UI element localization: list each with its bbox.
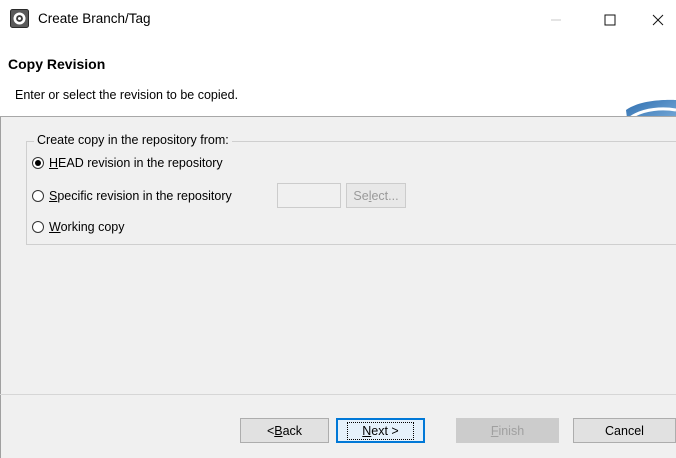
radio-head-revision[interactable]: HEAD revision in the repository [32, 156, 223, 170]
copy-source-legend: Create copy in the repository from: [34, 133, 232, 147]
radio-button-checked[interactable] [32, 157, 44, 169]
eclipse-gear-icon [10, 9, 29, 28]
close-button[interactable] [639, 0, 676, 40]
minimize-button[interactable] [533, 0, 579, 40]
finish-button[interactable]: Finish [456, 418, 559, 443]
title-bar: Create Branch/Tag [0, 0, 676, 40]
cancel-button[interactable]: Cancel [573, 418, 676, 443]
maximize-icon [604, 14, 616, 26]
footer-separator [0, 394, 676, 395]
radio-working-copy[interactable]: Working copy [32, 220, 125, 234]
page-title: Copy Revision [8, 56, 106, 72]
radio-working-label: Working copy [49, 220, 125, 234]
wizard-header: Copy Revision Enter or select the revisi… [0, 40, 676, 156]
radio-specific-revision[interactable]: Specific revision in the repository [32, 189, 232, 203]
back-button[interactable]: < Back [240, 418, 329, 443]
select-revision-button[interactable]: Se l ect... [346, 183, 406, 208]
maximize-button[interactable] [587, 0, 633, 40]
radio-head-label: HEAD revision in the repository [49, 156, 223, 170]
minimize-icon [551, 19, 561, 21]
close-icon [652, 14, 663, 26]
page-description: Enter or select the revision to be copie… [15, 88, 239, 102]
radio-button[interactable] [32, 221, 44, 233]
radio-button[interactable] [32, 190, 44, 202]
window-title: Create Branch/Tag [38, 11, 151, 26]
revision-input[interactable] [277, 183, 341, 208]
next-button[interactable]: Next > [336, 418, 425, 443]
radio-specific-label: Specific revision in the repository [49, 189, 232, 203]
